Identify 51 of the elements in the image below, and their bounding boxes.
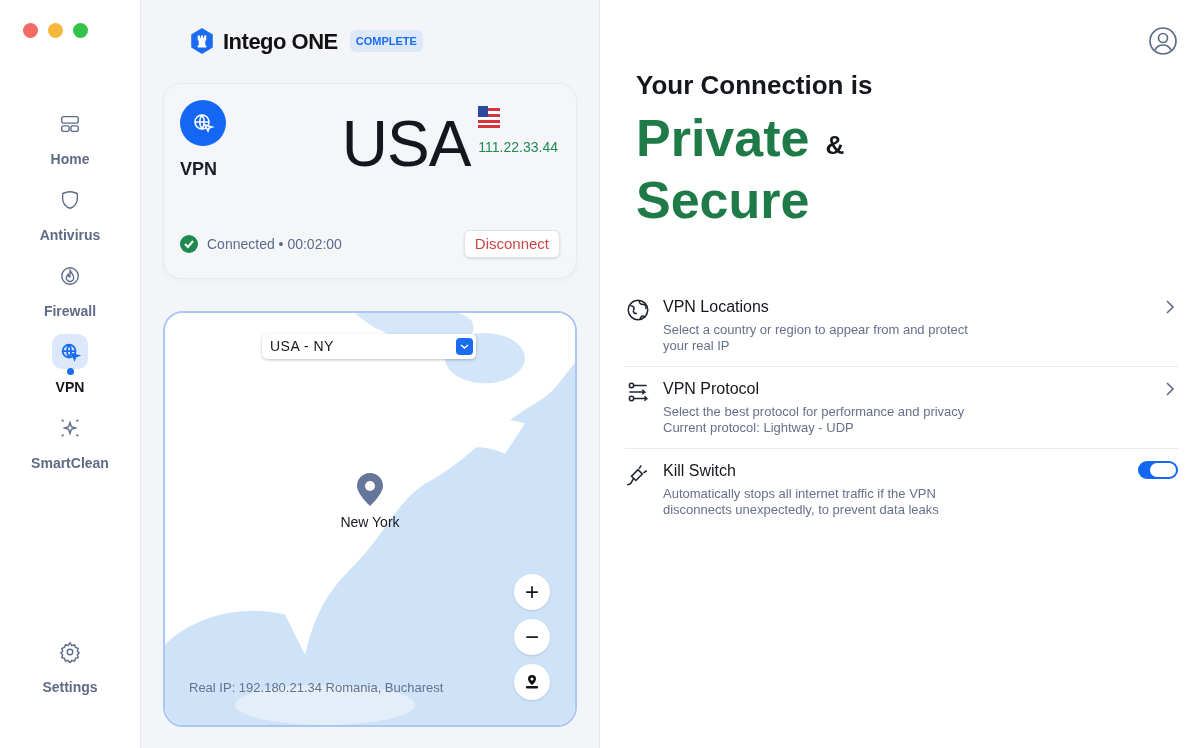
chevron-right-icon bbox=[1164, 299, 1176, 315]
vpn-label: VPN bbox=[180, 158, 217, 181]
vpn-badge-icon bbox=[180, 100, 226, 146]
sidebar-item[interactable]: Home bbox=[15, 106, 125, 170]
sidebar-item[interactable]: SmartClean bbox=[15, 410, 125, 474]
country-name: USA bbox=[341, 112, 471, 182]
rook-logo-icon bbox=[189, 27, 215, 55]
sidebar-item[interactable]: VPN bbox=[15, 334, 125, 398]
ip-address: 111.22.33.44 bbox=[478, 138, 558, 157]
disconnect-button[interactable]: Disconnect bbox=[463, 230, 560, 258]
setting-description: Automatically stops all internet traffic if the VPN disconnects unexpectedly, to prevent data leaks bbox=[663, 486, 940, 518]
chevron-right-icon bbox=[1164, 381, 1176, 397]
connection-status: Connected • 00:02:00 bbox=[207, 234, 342, 254]
sidebar-label: VPN bbox=[55, 378, 85, 397]
flag-icon bbox=[478, 106, 501, 128]
location-pin-icon bbox=[524, 674, 540, 690]
sidebar-label: SmartClean bbox=[31, 454, 109, 473]
globe-icon bbox=[625, 297, 651, 323]
flame-icon bbox=[59, 264, 81, 287]
settings-row[interactable]: VPN Protocol Select the best protocol for performance and privacy Current protocol: Lightway - UDP bbox=[625, 367, 1178, 449]
headline-private: Private bbox=[636, 108, 810, 169]
ampersand: & bbox=[825, 129, 845, 162]
marker-label: New York bbox=[340, 513, 400, 532]
chevron-down-icon bbox=[456, 338, 473, 355]
settings-row[interactable]: VPN Locations Select a country or region to appear from and protect your real IP bbox=[625, 285, 1178, 367]
sidebar-label: Antivirus bbox=[39, 226, 101, 245]
sidebar-item[interactable]: Firewall bbox=[15, 258, 125, 322]
sidebar-item[interactable]: Antivirus bbox=[15, 182, 125, 246]
account-icon[interactable] bbox=[1148, 26, 1178, 56]
plan-badge: COMPLETE bbox=[349, 29, 423, 53]
real-ip-text: Real IP: 192.180.21.34 Romania, Bucharest bbox=[189, 678, 444, 697]
sidebar-label: Settings bbox=[42, 678, 98, 697]
settings-row[interactable]: Kill Switch Automatically stops all internet traffic if the VPN disconnects unexpectedly, to prevent data leaks bbox=[625, 449, 1178, 530]
setting-title: VPN Locations bbox=[663, 297, 770, 317]
headline: Your Connection is bbox=[636, 69, 874, 102]
headline-secure: Secure bbox=[636, 170, 811, 231]
app-title: Intego ONE bbox=[223, 27, 338, 56]
sidebar-label: Home bbox=[50, 150, 90, 169]
sidebar-label: Firewall bbox=[43, 302, 97, 321]
setting-title: VPN Protocol bbox=[663, 379, 761, 399]
setting-description: Select a country or region to appear from and protect your real IP bbox=[663, 322, 969, 354]
location-select[interactable]: USA - NY bbox=[262, 334, 476, 359]
settings-icon bbox=[59, 641, 81, 663]
setting-description: Select the best protocol for performance and privacy bbox=[663, 404, 966, 420]
map-pin-icon bbox=[357, 473, 383, 506]
toggle-switch[interactable] bbox=[1138, 461, 1178, 479]
close-window-button[interactable] bbox=[23, 23, 38, 38]
shield-icon bbox=[59, 188, 81, 211]
settings-item[interactable]: Settings bbox=[42, 641, 98, 698]
setting-detail: Current protocol: Lightway - UDP bbox=[663, 420, 855, 436]
setting-title: Kill Switch bbox=[663, 461, 737, 481]
